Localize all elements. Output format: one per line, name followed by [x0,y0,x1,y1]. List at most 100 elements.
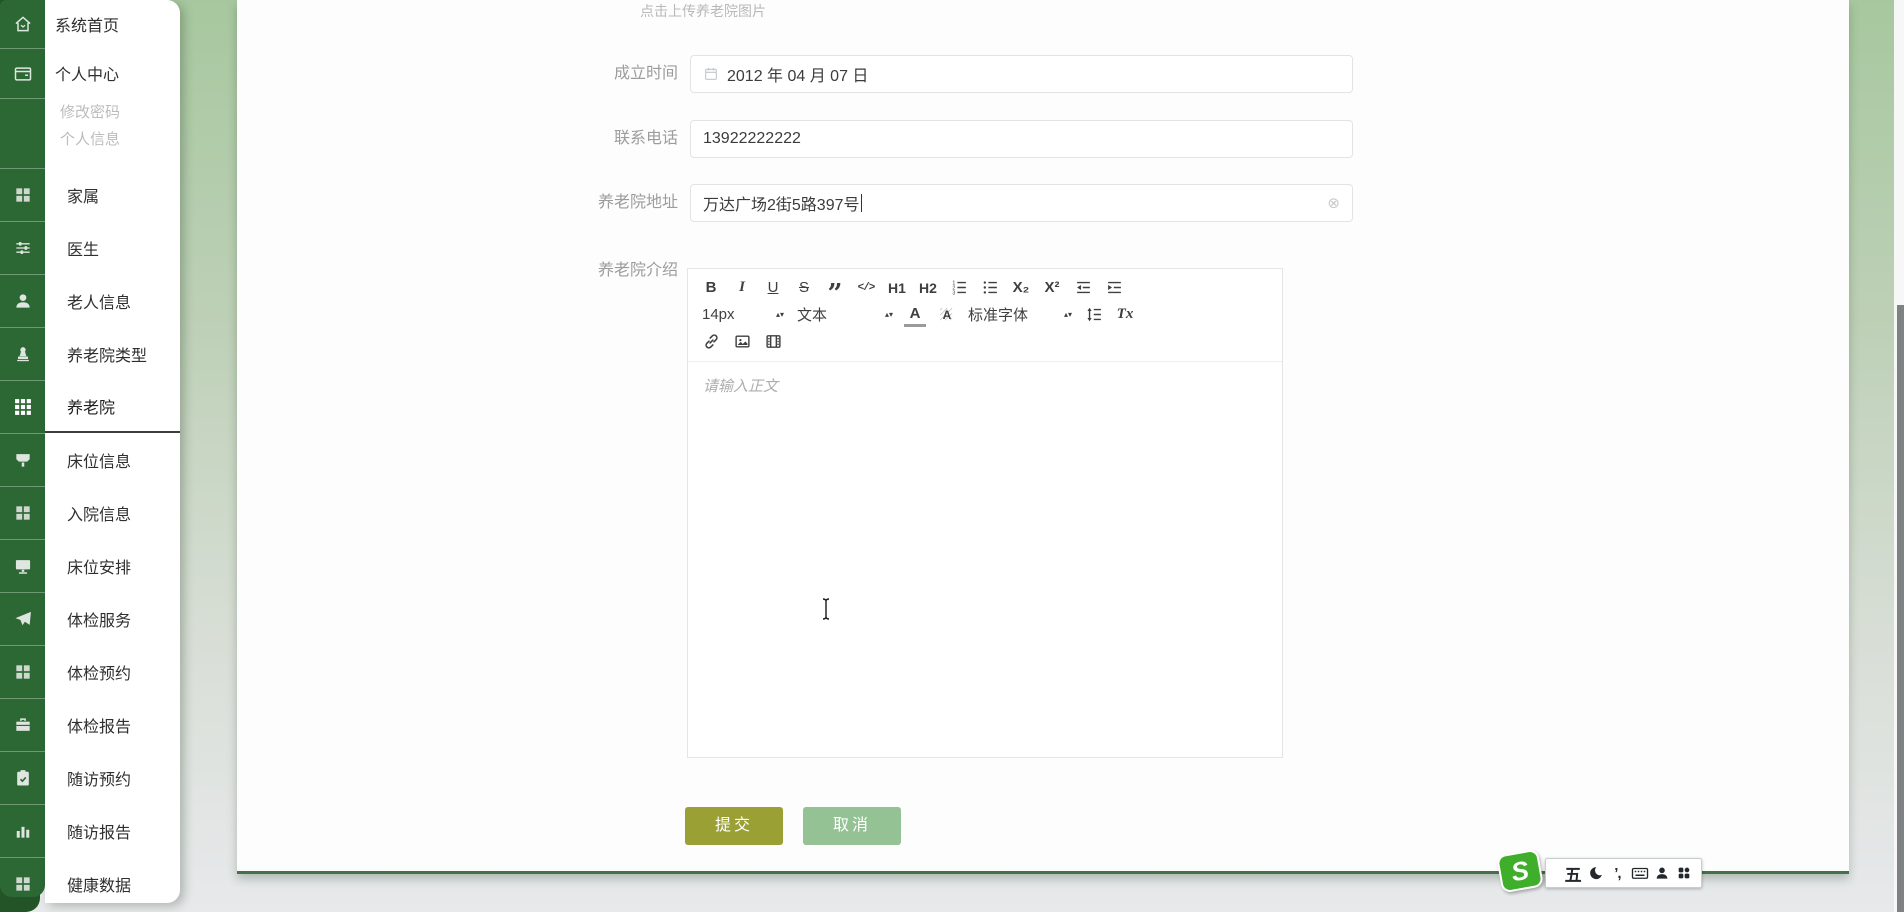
sidebar-item-label: 修改密码 [60,104,121,121]
heading-1-icon[interactable]: H1 [886,276,908,300]
select-arrows-icon: ▴▾ [1063,310,1072,319]
clear-format-icon[interactable]: Tx [1114,303,1136,327]
phone-label: 联系电话 [613,130,678,147]
sidebar-menu: 系统首页个人中心修改密码个人信息家属医生老人信息 养老院类型 养老院 床位信息 入院信息… [0,0,180,903]
grid-3x3-icon [0,380,45,433]
sidebar-item-nursing-home-type[interactable]: 养老院类型 [0,327,180,380]
editor-placeholder: 请输入正文 [703,378,779,395]
italic-icon[interactable]: I [731,276,753,300]
sidebar-item-checkup-appointment[interactable]: 体检预约 [0,645,180,698]
home-icon [0,0,45,48]
svg-text:3: 3 [952,291,955,296]
sidebar-item-label: 健康数据 [67,877,132,895]
ime-keyboard-icon[interactable] [1631,861,1649,885]
sidebar-item-bed-info[interactable]: 床位信息 [0,433,180,486]
sidebar-item-nursing-home[interactable]: 养老院 [0,380,180,433]
sidebar-item-family[interactable]: 家属 [0,168,180,221]
code-icon[interactable]: </> [855,276,877,300]
ime-user-icon[interactable] [1653,861,1671,885]
established-date-label: 成立时间 [613,65,678,82]
grid-2x2-icon [0,857,45,903]
grid-2x2-icon [0,645,45,698]
mouse-ibeam-cursor [820,598,832,625]
sidebar-item-health-data[interactable]: 健康数据 [0,857,180,903]
outdent-icon[interactable] [1072,276,1094,300]
unordered-list-icon[interactable] [979,276,1001,300]
address-label: 养老院地址 [597,194,678,211]
established-date-value: 2012 年 04 月 07 日 [727,68,869,85]
heading-2-icon[interactable]: H2 [917,276,939,300]
image-icon[interactable] [731,330,753,354]
editor-body[interactable]: 请输入正文 [688,362,1282,759]
editor-toolbar-row-3 [700,328,1270,355]
link-icon[interactable] [700,330,722,354]
sidebar-item-label: 体检预约 [67,665,132,683]
bold-icon[interactable]: B [700,276,722,300]
phone-value: 13922222222 [703,130,801,147]
quote-icon[interactable]: ” [824,276,846,307]
font-size-select[interactable]: 14px ▴▾ [700,303,786,327]
sidebar-item-label: 养老院 [45,380,180,433]
briefcase-icon [0,698,45,751]
sidebar-item-bed-arrangement[interactable]: 床位安排 [0,539,180,592]
sogou-ime-logo[interactable]: S [1496,848,1544,894]
sliders-icon [0,221,45,274]
svg-text:A: A [942,308,951,322]
font-color-icon[interactable]: A [904,303,926,327]
content-panel: 点击上传养老院图片 成立时间 2012 年 04 月 07 日 联系电话 139… [237,0,1849,874]
bar-chart-icon [0,804,45,857]
paper-plane-icon [0,592,45,645]
sidebar-item-personal-info[interactable]: 个人信息 [0,125,180,152]
sidebar-item-label: 医生 [67,241,100,259]
sidebar-item-label: 个人中心 [55,67,120,84]
intro-label: 养老院介绍 [597,262,678,279]
sidebar-item-doctor[interactable]: 医生 [0,221,180,274]
sidebar-item-elderly-info[interactable]: 老人信息 [0,274,180,327]
superscript-icon[interactable]: X² [1041,276,1063,300]
indent-icon[interactable] [1103,276,1125,300]
sidebar-item-label: 体检报告 [67,718,132,736]
ordered-list-icon[interactable]: 123 [948,276,970,300]
sidebar-item-change-password[interactable]: 修改密码 [0,98,180,125]
rich-text-editor: B I U S” </> H1 H2 1 2 3 X₂ X² 14px ▴▾ 文本 ▴▾ A A 标准字体 ▴▾ Tx … [687,268,1283,758]
font-family-select[interactable]: 标准字体 ▴▾ [966,303,1074,327]
cancel-button[interactable]: 取消 [803,807,901,845]
phone-input[interactable]: 13922222222 [690,120,1353,158]
sidebar-item-followup-report[interactable]: 随访报告 [0,804,180,857]
address-input[interactable]: 万达广场2街5路397号 ⊗ [690,184,1353,222]
sidebar-item-label: 体检服务 [67,612,132,630]
sidebar-item-home[interactable]: 系统首页 [0,0,180,48]
format-select[interactable]: 文本 ▴▾ [795,303,895,327]
calendar-icon [703,66,719,82]
established-date-input[interactable]: 2012 年 04 月 07 日 [690,55,1353,93]
monitor-icon [0,539,45,592]
scrollbar-thumb[interactable] [1897,305,1904,912]
sidebar-item-label: 个人信息 [60,131,121,148]
sidebar-item-followup-appointment[interactable]: 随访预约 [0,751,180,804]
sidebar-item-label: 床位安排 [67,559,132,577]
video-icon[interactable] [762,330,784,354]
sidebar-item-personal-center[interactable]: 个人中心 [0,48,180,98]
id-card-icon [0,48,45,98]
sidebar-item-checkup-service[interactable]: 体检服务 [0,592,180,645]
underline-icon[interactable]: U [762,276,784,300]
stamp-icon [0,327,45,380]
ime-punctuation-icon[interactable]: ’, [1608,861,1626,885]
clear-input-icon[interactable]: ⊗ [1327,194,1340,212]
select-arrows-icon: ▴▾ [884,310,893,319]
sidebar-item-admission-info[interactable]: 入院信息 [0,486,180,539]
line-height-icon[interactable] [1083,303,1105,327]
subscript-icon[interactable]: X₂ [1010,276,1032,300]
strikethrough-icon[interactable]: S [793,276,815,300]
submit-button[interactable]: 提交 [685,807,783,845]
highlight-icon[interactable]: A [935,303,957,327]
upload-image-hint[interactable]: 点击上传养老院图片 [640,1,766,21]
bed-icon [0,433,45,486]
editor-toolbar: B I U S ” </> H1 H2 1 2 3 X₂ X² 14px ▴▾ 文本 ▴▾ A A 标准字体 ▴▾ Tx [688,269,1282,362]
sidebar-item-checkup-report[interactable]: 体检报告 [0,698,180,751]
ime-apps-icon[interactable] [1675,861,1693,885]
ime-wubi-icon[interactable]: 五 [1564,861,1582,885]
ime-moon-icon[interactable] [1586,861,1604,885]
clipboard-check-icon [0,751,45,804]
